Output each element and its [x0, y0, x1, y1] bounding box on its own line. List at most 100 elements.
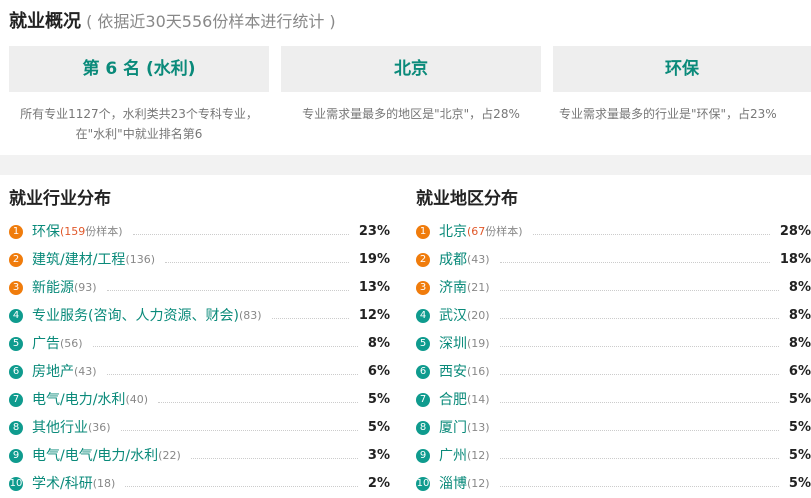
region-row[interactable]: 2 成都 (43) 18%: [416, 246, 811, 274]
industry-row[interactable]: 3 新能源 (93) 13%: [9, 274, 390, 302]
region-name-link[interactable]: 深圳: [439, 330, 467, 358]
region-row[interactable]: 4 武汉 (20) 8%: [416, 302, 811, 330]
industry-row[interactable]: 2 建筑/建材/工程 (136) 19%: [9, 246, 390, 274]
dotted-leader: [106, 373, 358, 375]
industry-name-link[interactable]: 新能源: [32, 274, 74, 302]
rank-badge: 2: [416, 253, 430, 267]
percentage: 6%: [788, 364, 811, 379]
percentage: 28%: [779, 224, 811, 239]
industry-row[interactable]: 9 电气/电气/电力/水利 (22) 3%: [9, 442, 390, 470]
industry-list: 1 环保 (159份样本) 23% 2 建筑/建材/工程 (136) 19% 3 新能源 (93) 1…: [9, 218, 390, 498]
dotted-leader: [499, 485, 779, 487]
sample-count: (159份样本): [60, 225, 123, 238]
sample-count: (43): [74, 365, 97, 378]
sample-count: (18): [92, 477, 116, 490]
sample-count: (19): [467, 337, 490, 350]
top-industry-card-title: 环保: [665, 59, 699, 79]
region-distribution-title: 就业地区分布: [416, 189, 518, 209]
sample-count: (20): [467, 309, 490, 322]
dotted-leader: [125, 485, 358, 487]
sample-count: (14): [467, 393, 490, 406]
industry-row[interactable]: 1 环保 (159份样本) 23%: [9, 218, 390, 246]
industry-name-link[interactable]: 电气/电气/电力/水利: [32, 442, 158, 470]
rank-badge: 3: [416, 281, 430, 295]
region-row[interactable]: 3 济南 (21) 8%: [416, 274, 811, 302]
region-row[interactable]: 7 合肥 (14) 5%: [416, 386, 811, 414]
industry-name-link[interactable]: 其他行业: [32, 414, 88, 442]
rank-badge: 8: [9, 421, 23, 435]
region-row[interactable]: 1 北京 (67份样本) 28%: [416, 218, 811, 246]
percentage: 8%: [788, 280, 811, 295]
dotted-leader: [499, 429, 779, 431]
rank-badge: 2: [9, 253, 23, 267]
region-row[interactable]: 8 厦门 (13) 5%: [416, 414, 811, 442]
region-name-link[interactable]: 济南: [439, 274, 467, 302]
sample-count: (43): [467, 253, 490, 266]
region-name-link[interactable]: 厦门: [439, 414, 467, 442]
industry-row[interactable]: 5 广告 (56) 8%: [9, 330, 390, 358]
region-row[interactable]: 6 西安 (16) 6%: [416, 358, 811, 386]
region-name-link[interactable]: 淄博: [439, 470, 467, 498]
dotted-leader: [190, 457, 358, 459]
sample-count: (12): [467, 477, 490, 490]
top-region-card-title: 北京: [394, 59, 428, 79]
top-industry-card-desc: 专业需求量最多的行业是"环保"，占23%: [559, 107, 777, 121]
dotted-leader: [499, 345, 779, 347]
sample-count: (12): [467, 449, 490, 462]
percentage: 19%: [358, 252, 390, 267]
sample-count: (16): [467, 365, 490, 378]
industry-row[interactable]: 6 房地产 (43) 6%: [9, 358, 390, 386]
section-divider: [0, 155, 811, 175]
percentage: 18%: [779, 252, 811, 267]
industry-name-link[interactable]: 广告: [32, 330, 60, 358]
industry-row[interactable]: 4 专业服务(咨询、人力资源、财会) (83) 12%: [9, 302, 390, 330]
industry-name-link[interactable]: 环保: [32, 218, 60, 246]
region-name-link[interactable]: 武汉: [439, 302, 467, 330]
top-region-card-desc: 专业需求量最多的地区是"北京"，占28%: [302, 107, 520, 121]
rank-badge: 8: [416, 421, 430, 435]
top-industry-card: 环保: [553, 46, 811, 92]
industry-name-link[interactable]: 电气/电力/水利: [32, 386, 125, 414]
sample-count: (13): [467, 421, 490, 434]
percentage: 23%: [358, 224, 390, 239]
sample-count-suffix: 份样本: [85, 225, 119, 238]
region-distribution: 就业地区分布 1 北京 (67份样本) 28% 2 成都 (43) 18% 3 济南 (21) 8% 4…: [416, 186, 811, 498]
rank-badge: 9: [9, 449, 23, 463]
top-region-card: 北京: [281, 46, 541, 92]
rank-badge: 1: [9, 225, 23, 239]
sample-count: (93): [74, 281, 97, 294]
rank-badge: 7: [416, 393, 430, 407]
region-row[interactable]: 5 深圳 (19) 8%: [416, 330, 811, 358]
percentage: 12%: [358, 308, 390, 323]
dotted-leader: [499, 401, 779, 403]
industry-name-link[interactable]: 房地产: [32, 358, 74, 386]
industry-row[interactable]: 10 学术/科研 (18) 2%: [9, 470, 390, 498]
overview-subtitle: ( 依据近30天556份样本进行统计 ): [86, 12, 336, 31]
overview-header: 就业概况 ( 依据近30天556份样本进行统计 ): [9, 8, 336, 36]
region-name-link[interactable]: 北京: [439, 218, 467, 246]
dotted-leader: [499, 457, 779, 459]
industry-row[interactable]: 8 其他行业 (36) 5%: [9, 414, 390, 442]
region-row[interactable]: 10 淄博 (12) 5%: [416, 470, 811, 498]
region-row[interactable]: 9 广州 (12) 5%: [416, 442, 811, 470]
region-name-link[interactable]: 广州: [439, 442, 467, 470]
region-name-link[interactable]: 合肥: [439, 386, 467, 414]
percentage: 13%: [358, 280, 390, 295]
region-name-link[interactable]: 西安: [439, 358, 467, 386]
dotted-leader: [499, 289, 779, 291]
industry-name-link[interactable]: 专业服务(咨询、人力资源、财会): [32, 302, 239, 330]
sample-count: (21): [467, 281, 490, 294]
region-name-link[interactable]: 成都: [439, 246, 467, 274]
industry-name-link[interactable]: 学术/科研: [32, 470, 93, 498]
rank-card-title: 第 6 名 (水利): [82, 59, 196, 79]
dotted-leader: [271, 317, 349, 319]
percentage: 8%: [788, 308, 811, 323]
percentage: 5%: [788, 420, 811, 435]
sample-count-number: 67: [471, 225, 486, 238]
dotted-leader: [92, 345, 358, 347]
industry-name-link[interactable]: 建筑/建材/工程: [32, 246, 125, 274]
industry-row[interactable]: 7 电气/电力/水利 (40) 5%: [9, 386, 390, 414]
dotted-leader: [120, 429, 358, 431]
sample-count: (22): [158, 449, 181, 462]
rank-badge: 10: [9, 477, 23, 491]
